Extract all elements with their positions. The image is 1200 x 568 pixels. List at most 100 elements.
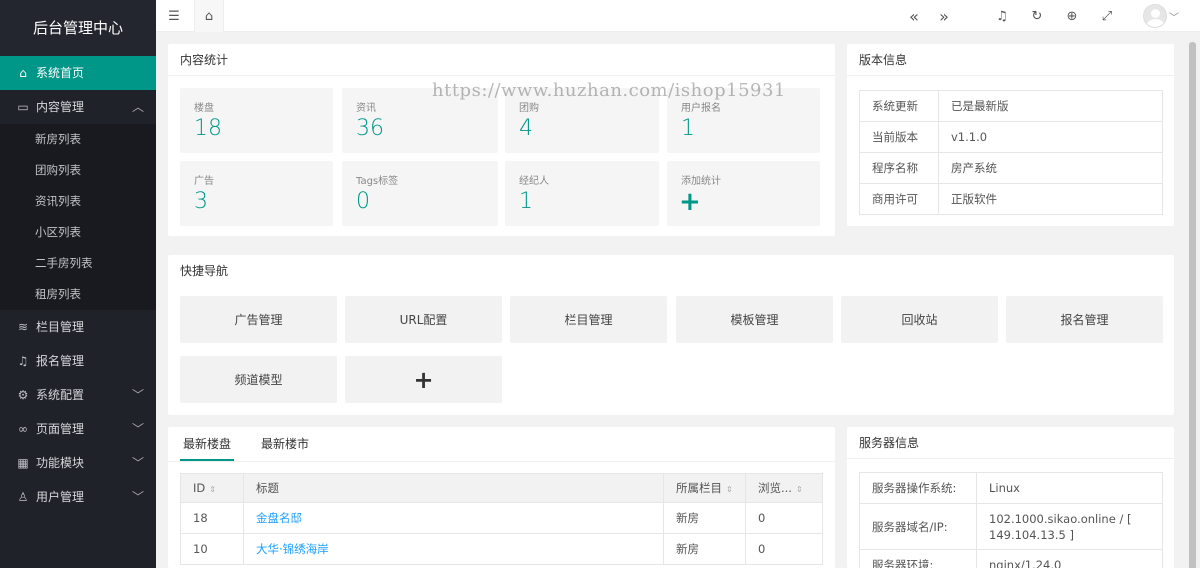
subnav-item-rentals[interactable]: 租房列表 (0, 279, 156, 310)
sidebar-item-home[interactable]: ⌂ 系统首页 (0, 56, 156, 90)
subnav-item-communities[interactable]: 小区列表 (0, 217, 156, 248)
document-icon: ▭ (17, 100, 29, 114)
sort-icon[interactable]: ⇕ (209, 485, 216, 494)
stat-label: 用户报名 (681, 103, 721, 114)
sidebar-item-label: 用户管理 (36, 490, 85, 504)
stat-item[interactable]: 楼盘 18 (180, 88, 333, 153)
stat-label: 广告 (194, 176, 214, 187)
table-row: 18 金盘名邸 新房 0 (180, 502, 823, 534)
double-right-icon[interactable]: » (930, 0, 958, 32)
stat-value: 36 (356, 116, 384, 141)
cell-title: 金盘名邸 (243, 502, 664, 534)
quick-nav-recycle-bin[interactable]: 回收站 (841, 296, 998, 343)
table-row: 商用许可 正版软件 (859, 183, 1163, 215)
subnav-item-news[interactable]: 资讯列表 (0, 186, 156, 217)
sidebar-item-label: 页面管理 (36, 422, 85, 436)
sidebar-item-users[interactable]: ♙ 用户管理 ﹀ (0, 480, 156, 514)
server-info-card: 服务器信息 服务器操作系统: Linux 服务器域名/IP: 102.1000.si… (847, 427, 1174, 568)
content-stats-card: 内容统计 楼盘 18 资讯 36 团购 4 用户报名 1 广告 3 Tags标签… (168, 44, 835, 236)
info-key: 服务器域名/IP: (859, 503, 977, 550)
subnav-item-new-houses[interactable]: 新房列表 (0, 124, 156, 155)
info-value: v1.1.0 (938, 121, 1163, 153)
double-left-icon[interactable]: « (900, 0, 928, 32)
scrollbar-thumb[interactable] (1189, 42, 1196, 568)
sidebar: 后台管理中心 ⌂ 系统首页 ▭ 内容管理 ︿ 新房列表 团购列表 资讯列表 小区… (0, 0, 156, 568)
info-key: 当前版本 (859, 121, 939, 153)
quick-nav-channel-model[interactable]: 频道模型 (180, 356, 337, 403)
quick-nav-url-config[interactable]: URL配置 (345, 296, 502, 343)
add-stat-button[interactable]: 添加统计 + (667, 161, 820, 226)
title-link[interactable]: 金盘名邸 (256, 511, 302, 525)
quick-nav-templates[interactable]: 模板管理 (676, 296, 833, 343)
sidebar-item-label: 系统配置 (36, 388, 85, 402)
quick-nav-columns[interactable]: 栏目管理 (510, 296, 667, 343)
table-header: ID ⇕ 标题 所属栏目 ⇕ 浏览... ⇕ (180, 473, 823, 503)
add-quick-nav-button[interactable]: + (345, 356, 502, 403)
chevron-up-icon: ︿ (131, 100, 144, 114)
quick-nav-ads[interactable]: 广告管理 (180, 296, 337, 343)
sort-icon[interactable]: ⇕ (726, 485, 733, 494)
cell-id: 18 (180, 502, 244, 534)
tab-latest-properties[interactable]: 最新楼盘 (180, 427, 235, 461)
column-header-views[interactable]: 浏览... ⇕ (745, 473, 823, 503)
info-value: 已是最新版 (938, 90, 1163, 122)
quick-nav-card: 快捷导航 广告管理 URL配置 栏目管理 模板管理 回收站 报名管理 频道模型 … (168, 255, 1174, 415)
tab-latest-market[interactable]: 最新楼市 (258, 427, 312, 461)
column-header-category[interactable]: 所属栏目 ⇕ (663, 473, 746, 503)
card-title: 内容统计 (168, 44, 835, 76)
avatar[interactable] (1143, 4, 1167, 28)
subnav-item-second-hand[interactable]: 二手房列表 (0, 248, 156, 279)
chevron-down-icon: ﹀ (131, 456, 144, 470)
stat-label: 楼盘 (194, 103, 214, 114)
stat-value: 1 (681, 116, 695, 141)
subnav-item-group-buy[interactable]: 团购列表 (0, 155, 156, 186)
refresh-icon[interactable]: ↻ (1023, 0, 1051, 32)
column-header-title: 标题 (243, 473, 664, 503)
card-title: 服务器信息 (847, 427, 1174, 459)
table-row: 当前版本 v1.1.0 (859, 121, 1163, 153)
app-logo: 后台管理中心 (0, 0, 156, 56)
table-row: 系统更新 已是最新版 (859, 90, 1163, 122)
page-scrollbar[interactable] (1187, 40, 1198, 568)
topbar: ☰ ⌂ « » ♫ ↻ ⊕ ⤢ ﹀ (156, 0, 1200, 32)
info-value: 102.1000.sikao.online / [ 149.104.13.5 ] (976, 503, 1163, 550)
stat-label: 经纪人 (519, 176, 549, 187)
cell-title: 大华·锦绣海岸 (243, 533, 664, 565)
table-row: 服务器操作系统: Linux (859, 472, 1163, 504)
column-header-id[interactable]: ID ⇕ (180, 473, 244, 503)
stat-value: 1 (519, 189, 533, 214)
sidebar-item-signups[interactable]: ♫ 报名管理 (0, 344, 156, 378)
cell-category: 新房 (663, 533, 746, 565)
cell-views: 0 (745, 533, 823, 565)
stat-label: Tags标签 (356, 176, 399, 187)
table-row: 服务器域名/IP: 102.1000.sikao.online / [ 149.1… (859, 503, 1163, 550)
sidebar-item-columns[interactable]: ≋ 栏目管理 (0, 310, 156, 344)
sidebar-item-system-config[interactable]: ⚙ 系统配置 ﹀ (0, 378, 156, 412)
title-link[interactable]: 大华·锦绣海岸 (256, 542, 329, 556)
bell-icon[interactable]: ♫ (988, 0, 1016, 32)
sidebar-item-content[interactable]: ▭ 内容管理 ︿ (0, 90, 156, 124)
quick-nav-signups[interactable]: 报名管理 (1006, 296, 1163, 343)
sort-icon[interactable]: ⇕ (796, 485, 803, 494)
info-key: 系统更新 (859, 90, 939, 122)
info-value: nginx/1.24.0 (976, 549, 1163, 568)
fullscreen-icon[interactable]: ⤢ (1093, 0, 1121, 32)
stat-item[interactable]: Tags标签 0 (342, 161, 498, 226)
sidebar-item-label: 内容管理 (36, 100, 85, 114)
home-tab-icon[interactable]: ⌂ (194, 0, 224, 32)
chevron-down-icon[interactable]: ﹀ (1169, 9, 1179, 24)
menu-toggle-icon[interactable]: ☰ (160, 0, 188, 32)
sidebar-item-modules[interactable]: ▦ 功能模块 ﹀ (0, 446, 156, 480)
sidebar-item-label: 功能模块 (36, 456, 85, 470)
sidebar-item-pages[interactable]: ∞ 页面管理 ﹀ (0, 412, 156, 446)
chevron-down-icon: ﹀ (131, 490, 144, 504)
chevron-down-icon: ﹀ (131, 388, 144, 402)
globe-icon[interactable]: ⊕ (1058, 0, 1086, 32)
content-subnav: 新房列表 团购列表 资讯列表 小区列表 二手房列表 租房列表 (0, 124, 156, 310)
tab-divider (168, 461, 835, 462)
info-value: Linux (976, 472, 1163, 504)
version-table: 系统更新 已是最新版 当前版本 v1.1.0 程序名称 房产系统 商用许可 正版软件 (859, 90, 1163, 215)
stat-item[interactable]: 经纪人 1 (505, 161, 659, 226)
info-key: 服务器环境: (859, 549, 977, 568)
stat-item[interactable]: 广告 3 (180, 161, 333, 226)
